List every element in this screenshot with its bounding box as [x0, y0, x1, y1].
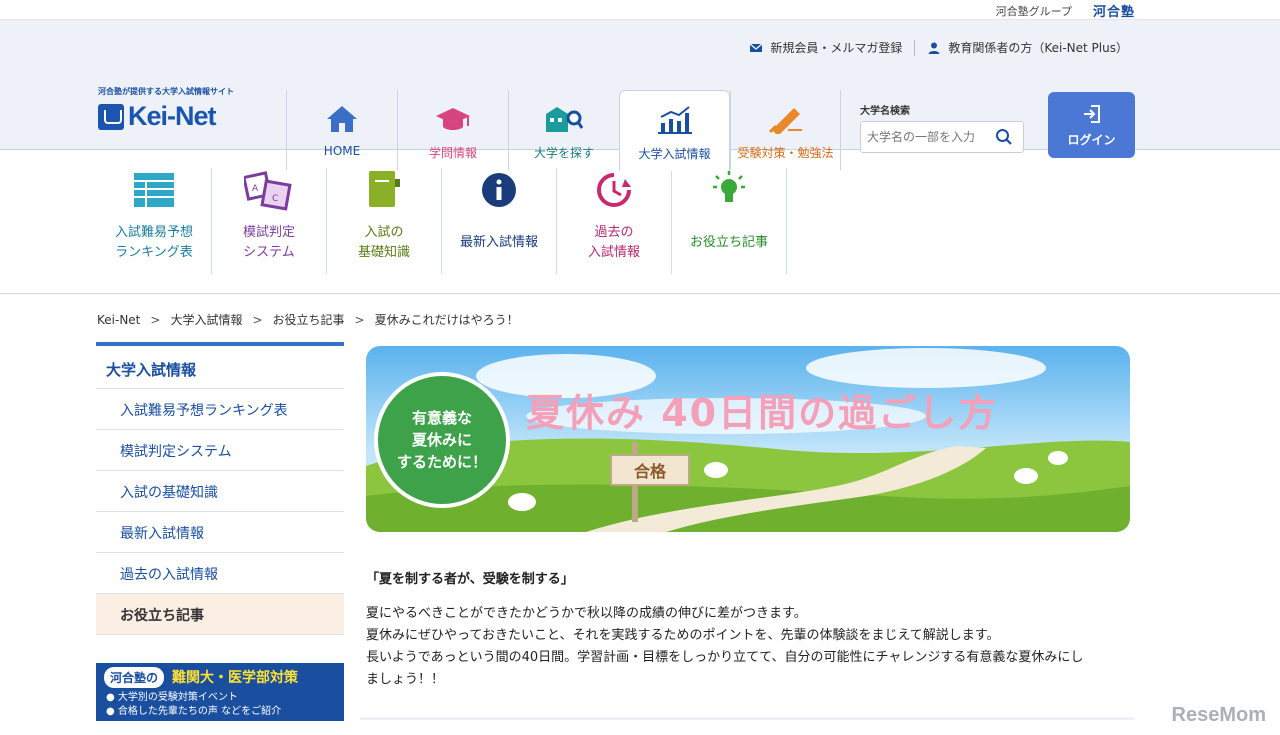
banner-pill: 河合塾の — [104, 666, 165, 688]
sub-nav: 入試難易予想 ランキング表 AC 模試判定 システム 入試の 基礎知識 最新入試… — [0, 150, 1280, 294]
subnav-latest[interactable]: 最新入試情報 — [442, 168, 557, 274]
university-search: 大学名検索 — [860, 102, 1024, 153]
educator-link[interactable]: 教育関係者の方（Kei-Net Plus） — [948, 39, 1128, 56]
main-content: 有意義な 夏休みに するために！ 夏休み 40日間の過ごし方 合格 「夏を制する… — [360, 346, 1134, 720]
breadcrumb-kei-net[interactable]: Kei-Net — [97, 313, 140, 327]
login-label: ログイン — [1067, 132, 1116, 147]
chevron-right-icon: > — [252, 312, 263, 327]
mail-icon — [749, 43, 763, 52]
util-separator — [914, 39, 916, 56]
sidebar-item-tips[interactable]: お役立ち記事 — [96, 594, 344, 635]
svg-text:C: C — [272, 194, 278, 204]
utility-links: 新規会員・メルマガ登録 教育関係者の方（Kei-Net Plus） — [749, 39, 1128, 56]
sidebar-item-basics[interactable]: 入試の基礎知識 — [96, 471, 344, 512]
site-header: 新規会員・メルマガ登録 教育関係者の方（Kei-Net Plus） 河合塾が提供… — [0, 20, 1280, 171]
section-divider — [360, 717, 1134, 720]
group-logo[interactable]: 河合塾 — [1093, 1, 1135, 20]
search-field-wrap — [860, 121, 1024, 153]
pen-writing-icon — [768, 108, 802, 134]
watermark-logo: ReseMom — [1171, 704, 1266, 726]
book-icon — [369, 171, 400, 207]
group-text: 河合塾グループ — [995, 5, 1072, 18]
lightbulb-icon — [713, 171, 745, 202]
subnav-label: 模試判定 システム — [242, 225, 295, 260]
subnav-label: 入試の 基礎知識 — [357, 225, 410, 260]
sidebar-item-latest[interactable]: 最新入試情報 — [96, 512, 344, 553]
svg-text:A: A — [252, 184, 259, 194]
sidebar-heading[interactable]: 大学入試情報 — [96, 342, 344, 389]
hero-title: 夏休み 40日間の過ごし方 — [526, 391, 999, 435]
gnav-label: 大学入試情報 — [638, 147, 711, 161]
gnav-label: 受験対策・勉強法 — [737, 146, 834, 160]
chevron-right-icon: > — [150, 312, 161, 327]
hero-signpost: 合格 — [610, 454, 690, 486]
breadcrumb: Kei-Net > 大学入試情報 > お役立ち記事 > 夏休みこれだけはやろう！ — [97, 311, 519, 328]
search-input[interactable] — [867, 130, 995, 144]
dice-icon: AC — [244, 171, 292, 211]
breadcrumb-admission[interactable]: 大学入試情報 — [170, 311, 242, 328]
banner-line: ● 大学別の受験対策イベント — [106, 692, 238, 703]
subnav-label: 最新入試情報 — [459, 235, 538, 250]
gnav-label: 大学を探す — [533, 146, 594, 160]
user-icon — [928, 42, 940, 54]
sidebar-item-ranking[interactable]: 入試難易予想ランキング表 — [96, 389, 344, 430]
subnav-ranking[interactable]: 入試難易予想 ランキング表 — [97, 168, 212, 274]
global-nav: HOME 学問情報 大学を探す 大学入試情報 受験対策・勉強法 — [286, 90, 841, 171]
gnav-admission-info[interactable]: 大学入試情報 — [619, 90, 730, 171]
search-icon[interactable] — [995, 128, 1013, 146]
breadcrumb-tips[interactable]: お役立ち記事 — [273, 311, 345, 328]
sidebar: 大学入試情報 入試難易予想ランキング表 模試判定システム 入試の基礎知識 最新入… — [96, 342, 344, 721]
register-link[interactable]: 新規会員・メルマガ登録 — [770, 39, 902, 56]
article-lead: 「夏を制する者が、受験を制する」 — [366, 572, 574, 587]
gnav-home[interactable]: HOME — [286, 90, 397, 170]
clock-icon — [597, 173, 631, 207]
subnav-label: 過去の 入試情報 — [587, 225, 640, 260]
sidebar-item-past[interactable]: 過去の入試情報 — [96, 553, 344, 594]
subnav-basics[interactable]: 入試の 基礎知識 — [327, 168, 442, 274]
gnav-find-university[interactable]: 大学を探す — [508, 90, 619, 170]
promo-banner[interactable]: 河合塾の 難関大・医学部対策 ● 大学別の受験対策イベント ● 合格した先輩たち… — [96, 663, 344, 721]
breadcrumb-current: 夏休みこれだけはやろう！ — [374, 313, 519, 327]
banner-title: 難関大・医学部対策 — [172, 670, 299, 686]
login-icon — [1083, 104, 1100, 123]
gnav-exam-prep[interactable]: 受験対策・勉強法 — [730, 90, 841, 170]
subnav-label: 入試難易予想 ランキング表 — [114, 225, 193, 260]
subnav-tips[interactable]: お役立ち記事 — [672, 168, 787, 274]
sidebar-item-mock-exam[interactable]: 模試判定システム — [96, 430, 344, 471]
gnav-academic[interactable]: 学問情報 — [397, 90, 508, 170]
subnav-mock-exam[interactable]: AC 模試判定 システム — [212, 168, 327, 274]
logo-tagline: 河合塾が提供する大学入試情報サイト — [98, 87, 234, 96]
logo-name: Kei-Net — [128, 101, 217, 131]
info-icon — [482, 173, 516, 207]
hero-image: 有意義な 夏休みに するために！ 夏休み 40日間の過ごし方 合格 — [366, 346, 1130, 532]
book-logo-icon — [98, 103, 124, 130]
building-search-icon — [546, 107, 584, 132]
banner-line: ● 合格した先輩たちの声 などをご紹介 — [106, 706, 282, 717]
search-label: 大学名検索 — [860, 106, 910, 117]
gnav-label: 学問情報 — [428, 146, 477, 160]
hero-circle-badge: 有意義な 夏休みに するために！ — [374, 372, 510, 508]
bar-chart-icon — [657, 106, 692, 134]
subnav-past[interactable]: 過去の 入試情報 — [557, 168, 672, 274]
top-strip: 河合塾グループ 河合塾 — [0, 0, 1280, 20]
graduation-cap-icon — [436, 108, 470, 130]
gnav-label: HOME — [323, 144, 361, 158]
house-icon — [327, 106, 357, 132]
login-button[interactable]: ログイン — [1048, 92, 1135, 158]
subnav-label: お役立ち記事 — [689, 235, 768, 250]
chevron-right-icon: > — [354, 312, 365, 327]
site-logo[interactable]: 河合塾が提供する大学入試情報サイト Kei-Net — [98, 86, 234, 132]
article-body: 夏にやるべきことができたかどうかで秋以降の成績の伸びに差がつきます。 夏休みにぜ… — [366, 606, 1084, 687]
table-icon — [134, 173, 174, 207]
